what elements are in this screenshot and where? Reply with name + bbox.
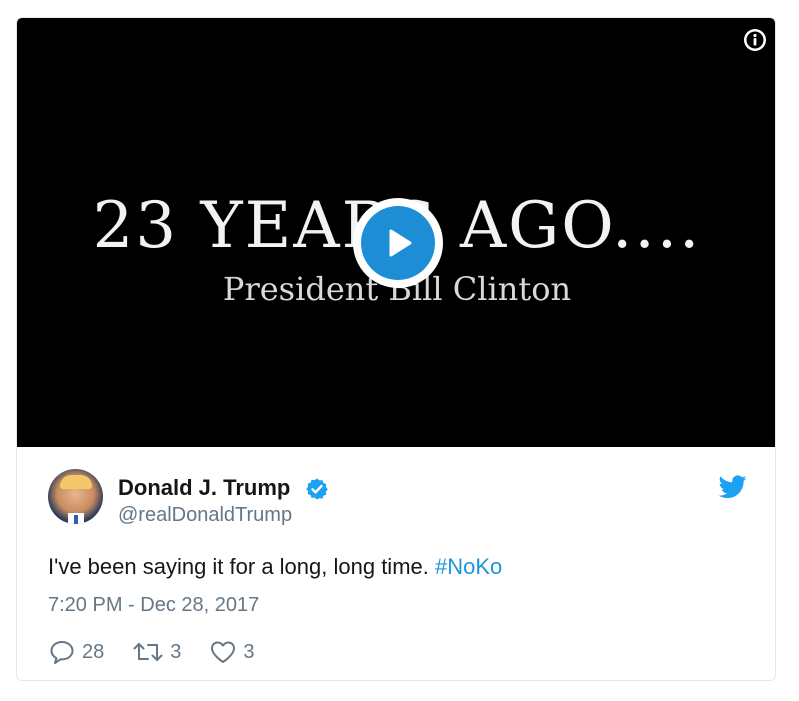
tweet-text-body: I've been saying it for a long, long tim…: [48, 554, 429, 579]
tweet-actions: 28 3 3: [48, 637, 283, 667]
reply-icon: [50, 641, 74, 664]
avatar-hair: [60, 475, 92, 489]
like-count: 3: [243, 640, 255, 663]
like-button[interactable]: 3: [209, 638, 255, 666]
hashtag-link[interactable]: #NoKo: [435, 554, 502, 579]
play-button[interactable]: [353, 198, 443, 288]
twitter-bird-icon[interactable]: [719, 475, 747, 499]
reply-count: 28: [82, 640, 105, 663]
avatar[interactable]: [48, 469, 103, 524]
retweet-count: 3: [170, 640, 182, 663]
play-button-inner: [361, 206, 435, 280]
author-name[interactable]: Donald J. Trump: [118, 475, 290, 501]
verified-badge-icon: [306, 478, 328, 500]
retweet-button[interactable]: 3: [132, 638, 181, 666]
author-handle[interactable]: @realDonaldTrump: [118, 504, 292, 527]
retweet-icon: [133, 643, 163, 661]
info-icon[interactable]: [743, 28, 767, 52]
embedded-tweet-card: 23 YEARS AGO.... President Bill Clinton …: [16, 17, 776, 681]
play-icon: [389, 229, 412, 257]
tweet-timestamp[interactable]: 7:20 PM - Dec 28, 2017: [48, 594, 259, 617]
reply-button[interactable]: 28: [48, 638, 104, 666]
video-player[interactable]: 23 YEARS AGO.... President Bill Clinton: [17, 18, 775, 447]
tweet-body: Donald J. Trump @realDonaldTrump I've be…: [17, 447, 775, 680]
avatar-tie: [74, 515, 78, 524]
tweet-text: I've been saying it for a long, long tim…: [48, 554, 502, 580]
heart-icon: [211, 641, 236, 663]
